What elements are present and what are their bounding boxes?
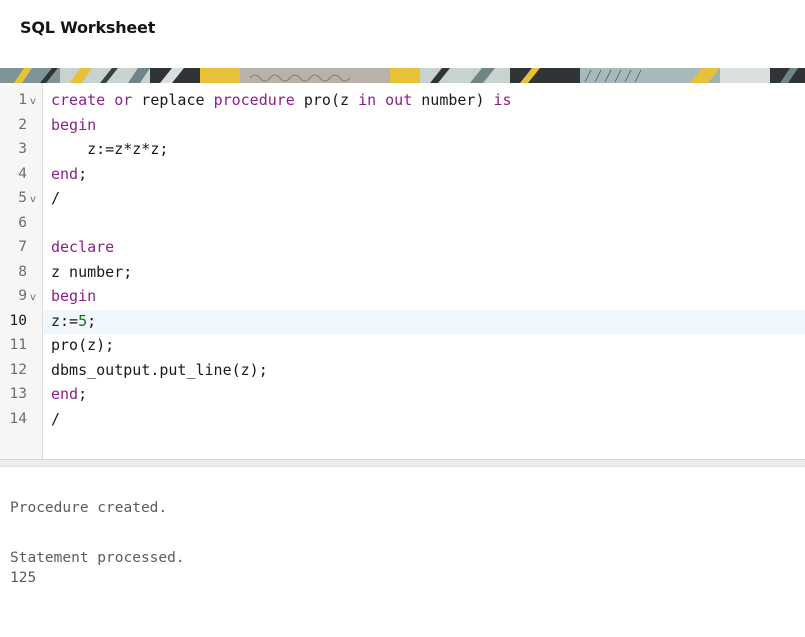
code-line-7[interactable]: declare (51, 235, 114, 259)
keyword: or (114, 91, 133, 109)
code-line-10[interactable]: z:=5; (51, 309, 96, 333)
keyword: end (51, 385, 79, 403)
line-number: 4 (18, 166, 27, 182)
code-text: ; (87, 312, 97, 330)
code-text: number) (412, 91, 494, 109)
page-title: SQL Worksheet (20, 18, 156, 37)
code-text: dbms_output.put_line(z); (51, 361, 268, 379)
keyword: out (385, 91, 413, 109)
panel-resize-handle[interactable] (0, 459, 805, 467)
fold-chevron-icon[interactable]: v (30, 90, 36, 114)
line-number: 5 (18, 190, 27, 206)
code-text: ; (78, 385, 88, 403)
code-line-12[interactable]: dbms_output.put_line(z); (51, 358, 268, 382)
code-text: z number; (51, 263, 133, 281)
line-number: 6 (18, 215, 27, 231)
code-text: z:=z*z*z; (51, 140, 169, 158)
keyword: in (358, 91, 377, 109)
line-number: 7 (18, 239, 27, 255)
line-number: 3 (18, 141, 27, 157)
code-text: / (51, 189, 61, 207)
keyword: begin (51, 287, 97, 305)
code-editor[interactable]: 1 v 2 3 4 5 v 6 7 8 9 v 10 11 12 13 14 c… (0, 83, 805, 459)
code-line-8[interactable]: z number; (51, 260, 132, 284)
line-number-gutter: 1 v 2 3 4 5 v 6 7 8 9 v 10 11 12 13 14 (0, 83, 43, 459)
output-panel: Procedure created. Statement processed. … (0, 467, 805, 637)
header: SQL Worksheet (0, 0, 805, 68)
keyword: end (51, 165, 79, 183)
keyword: declare (51, 238, 115, 256)
line-number: 9 (18, 288, 27, 304)
code-line-14[interactable]: / (51, 407, 60, 431)
keyword: create (51, 91, 106, 109)
keyword: procedure (213, 91, 295, 109)
code-text: z:= (51, 312, 79, 330)
line-number: 14 (9, 411, 27, 427)
code-line-1[interactable]: create or replace procedure pro(z in out… (51, 88, 512, 112)
line-number: 2 (18, 117, 27, 133)
decorative-banner (0, 68, 805, 83)
line-number: 1 (18, 92, 27, 108)
line-number: 13 (9, 386, 27, 402)
number-literal: 5 (78, 312, 88, 330)
code-text: replace (132, 91, 214, 109)
code-text: ; (78, 165, 88, 183)
sql-worksheet-page: SQL Worksheet 1 v 2 3 4 5 v 6 7 8 9 v 10… (0, 0, 805, 637)
keyword: is (493, 91, 512, 109)
line-number-active: 10 (9, 313, 27, 329)
line-number: 11 (9, 337, 27, 353)
output-message: Statement processed. (10, 550, 185, 566)
line-number: 12 (9, 362, 27, 378)
code-line-13[interactable]: end; (51, 382, 87, 406)
fold-chevron-icon[interactable]: v (30, 286, 36, 310)
code-line-11[interactable]: pro(z); (51, 333, 114, 357)
code-line-9[interactable]: begin (51, 284, 96, 308)
output-result: 125 (10, 570, 37, 586)
keyword: begin (51, 116, 97, 134)
code-text: pro(z (294, 91, 359, 109)
banner-pattern-graphic (0, 68, 805, 83)
code-text: pro(z); (51, 336, 115, 354)
code-line-2[interactable]: begin (51, 113, 96, 137)
code-line-4[interactable]: end; (51, 162, 87, 186)
code-line-5[interactable]: / (51, 186, 60, 210)
line-number: 8 (18, 264, 27, 280)
active-line-highlight (0, 310, 805, 334)
output-message: Procedure created. (10, 500, 168, 516)
code-text: / (51, 410, 61, 428)
code-line-3[interactable]: z:=z*z*z; (51, 137, 168, 161)
fold-chevron-icon[interactable]: v (30, 188, 36, 212)
